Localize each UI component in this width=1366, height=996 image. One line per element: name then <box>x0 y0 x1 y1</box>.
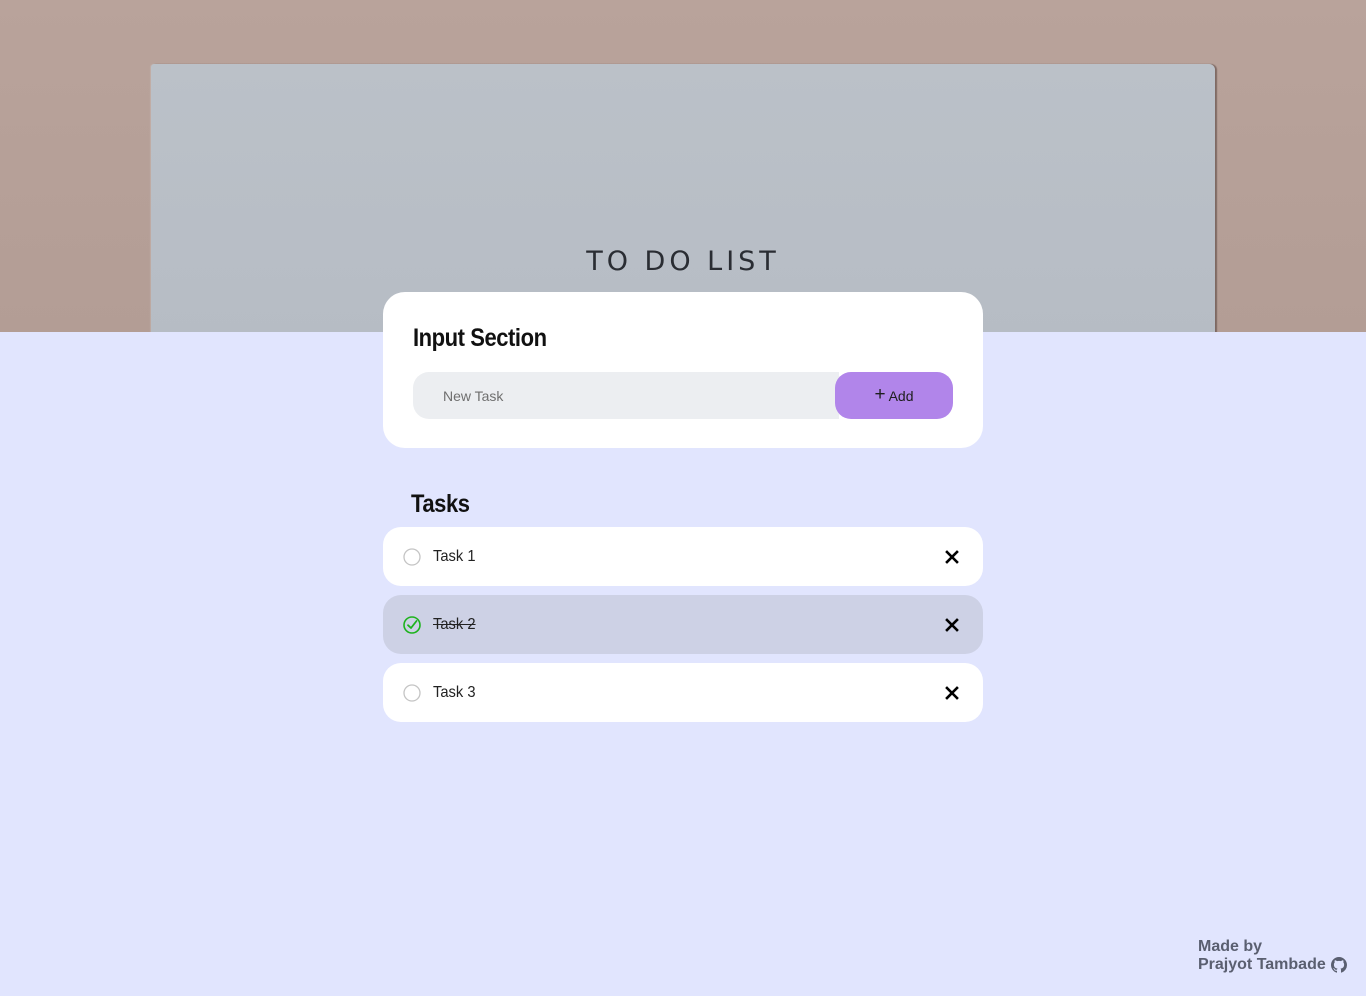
input-row: + Add <box>413 372 953 419</box>
hero-banner: TO DO LIST <box>0 0 1366 332</box>
task-label: Task 3 <box>433 683 476 701</box>
task-label: Task 1 <box>433 547 476 565</box>
hero-paper-title: TO DO LIST <box>586 246 780 277</box>
footer-author-link[interactable]: Prajyot Tambade <box>1198 956 1347 974</box>
footer-credit: Made by Prajyot Tambade <box>1198 938 1347 974</box>
close-icon[interactable] <box>945 617 959 632</box>
add-task-button[interactable]: + Add <box>835 372 953 419</box>
footer-author-name: Prajyot Tambade <box>1198 956 1326 973</box>
task-item: Task 2 <box>383 595 983 654</box>
circle-outline-icon[interactable] <box>403 547 421 566</box>
plus-icon: + <box>874 383 886 405</box>
circle-outline-icon[interactable] <box>403 683 421 702</box>
close-icon[interactable] <box>945 685 959 700</box>
new-task-input[interactable] <box>413 372 839 419</box>
github-icon <box>1330 957 1347 973</box>
close-icon[interactable] <box>945 549 959 564</box>
check-circle-icon[interactable] <box>403 615 421 634</box>
input-section-card: Input Section + Add <box>383 292 983 448</box>
footer-made-by: Made by <box>1198 938 1263 955</box>
input-section-title: Input Section <box>413 324 547 352</box>
task-list: Task 1 Task 2 Task 3 <box>383 527 983 731</box>
add-button-label: Add <box>888 387 914 404</box>
task-item: Task 3 <box>383 663 983 722</box>
tasks-title: Tasks <box>411 490 470 518</box>
task-label: Task 2 <box>433 615 476 633</box>
task-item: Task 1 <box>383 527 983 586</box>
